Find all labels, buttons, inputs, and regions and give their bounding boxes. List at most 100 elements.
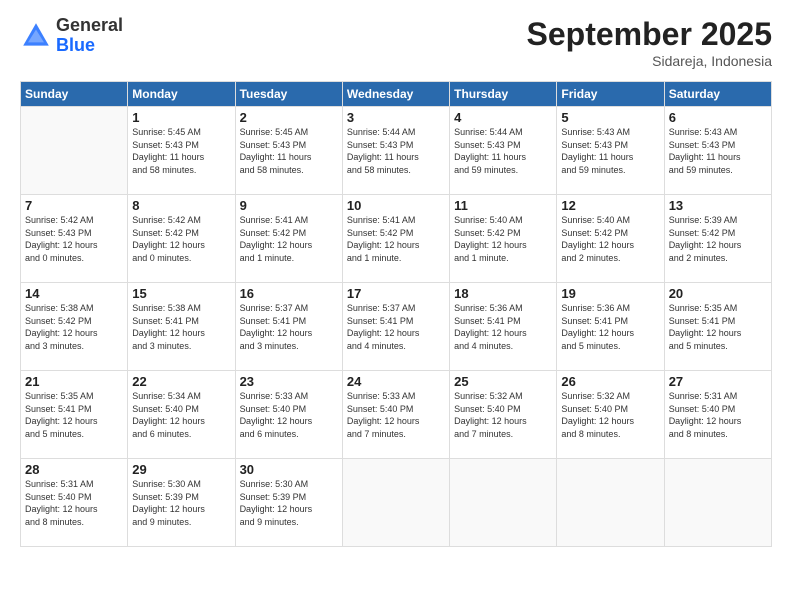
calendar-cell: 23Sunrise: 5:33 AMSunset: 5:40 PMDayligh… <box>235 371 342 459</box>
calendar-cell: 10Sunrise: 5:41 AMSunset: 5:42 PMDayligh… <box>342 195 449 283</box>
day-number: 13 <box>669 198 767 213</box>
day-number: 5 <box>561 110 659 125</box>
day-number: 28 <box>25 462 123 477</box>
day-info: Sunrise: 5:44 AMSunset: 5:43 PMDaylight:… <box>347 126 445 176</box>
day-number: 4 <box>454 110 552 125</box>
day-info: Sunrise: 5:43 AMSunset: 5:43 PMDaylight:… <box>669 126 767 176</box>
calendar-cell: 27Sunrise: 5:31 AMSunset: 5:40 PMDayligh… <box>664 371 771 459</box>
calendar-cell: 9Sunrise: 5:41 AMSunset: 5:42 PMDaylight… <box>235 195 342 283</box>
day-info: Sunrise: 5:42 AMSunset: 5:43 PMDaylight:… <box>25 214 123 264</box>
col-tuesday: Tuesday <box>235 82 342 107</box>
day-info: Sunrise: 5:35 AMSunset: 5:41 PMDaylight:… <box>25 390 123 440</box>
day-number: 25 <box>454 374 552 389</box>
calendar-cell: 4Sunrise: 5:44 AMSunset: 5:43 PMDaylight… <box>450 107 557 195</box>
day-info: Sunrise: 5:38 AMSunset: 5:41 PMDaylight:… <box>132 302 230 352</box>
col-sunday: Sunday <box>21 82 128 107</box>
day-info: Sunrise: 5:33 AMSunset: 5:40 PMDaylight:… <box>240 390 338 440</box>
calendar-cell: 20Sunrise: 5:35 AMSunset: 5:41 PMDayligh… <box>664 283 771 371</box>
day-info: Sunrise: 5:41 AMSunset: 5:42 PMDaylight:… <box>347 214 445 264</box>
day-number: 15 <box>132 286 230 301</box>
day-info: Sunrise: 5:40 AMSunset: 5:42 PMDaylight:… <box>561 214 659 264</box>
day-number: 8 <box>132 198 230 213</box>
calendar-cell: 18Sunrise: 5:36 AMSunset: 5:41 PMDayligh… <box>450 283 557 371</box>
header: General Blue September 2025 Sidareja, In… <box>20 16 772 69</box>
col-wednesday: Wednesday <box>342 82 449 107</box>
calendar-cell <box>664 459 771 547</box>
day-info: Sunrise: 5:45 AMSunset: 5:43 PMDaylight:… <box>132 126 230 176</box>
calendar-cell: 19Sunrise: 5:36 AMSunset: 5:41 PMDayligh… <box>557 283 664 371</box>
logo-icon <box>20 20 52 52</box>
day-number: 26 <box>561 374 659 389</box>
month-title: September 2025 <box>527 16 772 53</box>
day-number: 20 <box>669 286 767 301</box>
logo-general: General <box>56 16 123 36</box>
day-info: Sunrise: 5:35 AMSunset: 5:41 PMDaylight:… <box>669 302 767 352</box>
calendar-cell: 2Sunrise: 5:45 AMSunset: 5:43 PMDaylight… <box>235 107 342 195</box>
day-info: Sunrise: 5:31 AMSunset: 5:40 PMDaylight:… <box>669 390 767 440</box>
calendar-week-3: 14Sunrise: 5:38 AMSunset: 5:42 PMDayligh… <box>21 283 772 371</box>
day-info: Sunrise: 5:39 AMSunset: 5:42 PMDaylight:… <box>669 214 767 264</box>
day-info: Sunrise: 5:38 AMSunset: 5:42 PMDaylight:… <box>25 302 123 352</box>
day-info: Sunrise: 5:36 AMSunset: 5:41 PMDaylight:… <box>454 302 552 352</box>
day-number: 1 <box>132 110 230 125</box>
day-number: 19 <box>561 286 659 301</box>
calendar-cell: 22Sunrise: 5:34 AMSunset: 5:40 PMDayligh… <box>128 371 235 459</box>
day-number: 16 <box>240 286 338 301</box>
calendar-week-5: 28Sunrise: 5:31 AMSunset: 5:40 PMDayligh… <box>21 459 772 547</box>
day-info: Sunrise: 5:36 AMSunset: 5:41 PMDaylight:… <box>561 302 659 352</box>
day-info: Sunrise: 5:37 AMSunset: 5:41 PMDaylight:… <box>347 302 445 352</box>
header-row: Sunday Monday Tuesday Wednesday Thursday… <box>21 82 772 107</box>
calendar-cell: 25Sunrise: 5:32 AMSunset: 5:40 PMDayligh… <box>450 371 557 459</box>
calendar-cell: 11Sunrise: 5:40 AMSunset: 5:42 PMDayligh… <box>450 195 557 283</box>
calendar-cell: 12Sunrise: 5:40 AMSunset: 5:42 PMDayligh… <box>557 195 664 283</box>
logo: General Blue <box>20 16 123 56</box>
col-friday: Friday <box>557 82 664 107</box>
day-number: 21 <box>25 374 123 389</box>
calendar-cell: 5Sunrise: 5:43 AMSunset: 5:43 PMDaylight… <box>557 107 664 195</box>
day-number: 11 <box>454 198 552 213</box>
calendar-cell: 8Sunrise: 5:42 AMSunset: 5:42 PMDaylight… <box>128 195 235 283</box>
page: General Blue September 2025 Sidareja, In… <box>0 0 792 612</box>
logo-blue: Blue <box>56 36 123 56</box>
day-number: 22 <box>132 374 230 389</box>
day-info: Sunrise: 5:31 AMSunset: 5:40 PMDaylight:… <box>25 478 123 528</box>
col-saturday: Saturday <box>664 82 771 107</box>
calendar-cell <box>557 459 664 547</box>
calendar-cell <box>450 459 557 547</box>
day-number: 23 <box>240 374 338 389</box>
day-number: 27 <box>669 374 767 389</box>
col-thursday: Thursday <box>450 82 557 107</box>
day-number: 2 <box>240 110 338 125</box>
calendar-cell: 29Sunrise: 5:30 AMSunset: 5:39 PMDayligh… <box>128 459 235 547</box>
day-info: Sunrise: 5:37 AMSunset: 5:41 PMDaylight:… <box>240 302 338 352</box>
calendar-cell: 7Sunrise: 5:42 AMSunset: 5:43 PMDaylight… <box>21 195 128 283</box>
calendar-cell: 26Sunrise: 5:32 AMSunset: 5:40 PMDayligh… <box>557 371 664 459</box>
calendar-week-1: 1Sunrise: 5:45 AMSunset: 5:43 PMDaylight… <box>21 107 772 195</box>
day-number: 10 <box>347 198 445 213</box>
day-info: Sunrise: 5:42 AMSunset: 5:42 PMDaylight:… <box>132 214 230 264</box>
calendar-week-4: 21Sunrise: 5:35 AMSunset: 5:41 PMDayligh… <box>21 371 772 459</box>
day-number: 7 <box>25 198 123 213</box>
day-info: Sunrise: 5:40 AMSunset: 5:42 PMDaylight:… <box>454 214 552 264</box>
day-number: 24 <box>347 374 445 389</box>
calendar-cell: 30Sunrise: 5:30 AMSunset: 5:39 PMDayligh… <box>235 459 342 547</box>
calendar-week-2: 7Sunrise: 5:42 AMSunset: 5:43 PMDaylight… <box>21 195 772 283</box>
calendar-cell <box>342 459 449 547</box>
calendar-cell: 1Sunrise: 5:45 AMSunset: 5:43 PMDaylight… <box>128 107 235 195</box>
day-number: 3 <box>347 110 445 125</box>
day-info: Sunrise: 5:30 AMSunset: 5:39 PMDaylight:… <box>132 478 230 528</box>
day-info: Sunrise: 5:41 AMSunset: 5:42 PMDaylight:… <box>240 214 338 264</box>
calendar-cell: 28Sunrise: 5:31 AMSunset: 5:40 PMDayligh… <box>21 459 128 547</box>
calendar-cell: 13Sunrise: 5:39 AMSunset: 5:42 PMDayligh… <box>664 195 771 283</box>
day-info: Sunrise: 5:44 AMSunset: 5:43 PMDaylight:… <box>454 126 552 176</box>
day-number: 30 <box>240 462 338 477</box>
calendar-cell: 6Sunrise: 5:43 AMSunset: 5:43 PMDaylight… <box>664 107 771 195</box>
day-number: 9 <box>240 198 338 213</box>
day-info: Sunrise: 5:33 AMSunset: 5:40 PMDaylight:… <box>347 390 445 440</box>
day-number: 17 <box>347 286 445 301</box>
logo-text: General Blue <box>56 16 123 56</box>
day-number: 12 <box>561 198 659 213</box>
day-number: 14 <box>25 286 123 301</box>
location-subtitle: Sidareja, Indonesia <box>527 53 772 69</box>
calendar-table: Sunday Monday Tuesday Wednesday Thursday… <box>20 81 772 547</box>
